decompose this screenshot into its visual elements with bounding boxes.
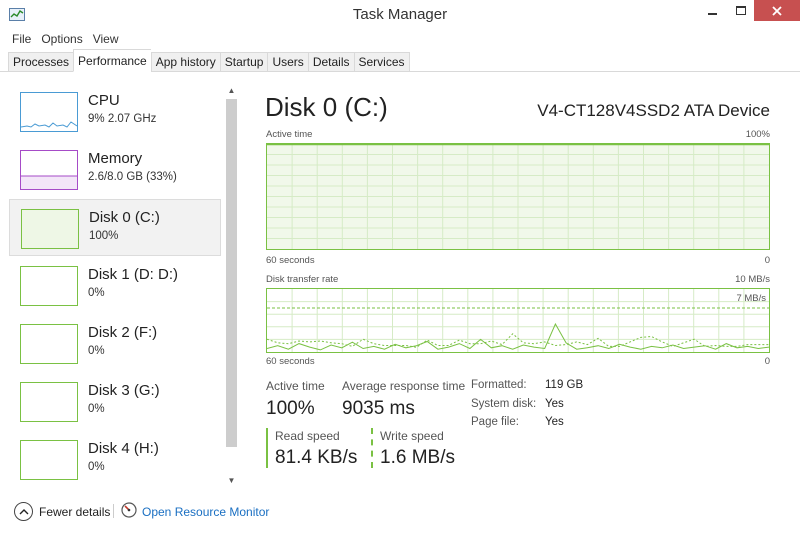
close-button[interactable] <box>754 0 800 21</box>
resource-item-disk-1[interactable]: Disk 1 (D: D:) 0% <box>9 257 221 314</box>
tab-app-history[interactable]: App history <box>150 52 220 72</box>
resource-subtitle: 0% <box>88 403 105 415</box>
scroll-down-arrow-icon[interactable]: ▼ <box>223 473 240 487</box>
disk-0-thumbnail-graph <box>21 209 79 249</box>
write-speed-value: 1.6 MB/s <box>380 447 455 468</box>
resource-title: CPU <box>88 92 120 109</box>
resource-list-scrollbar[interactable]: ▲ ▼ <box>223 83 240 488</box>
scrollbar-thumb[interactable] <box>226 99 237 447</box>
avg-response-label: Average response time <box>342 379 466 393</box>
menu-bar: File Options View <box>0 30 800 49</box>
resource-title: Disk 2 (F:) <box>88 324 158 341</box>
transfer-rate-graph-x-left: 60 seconds <box>266 356 315 367</box>
scroll-up-arrow-icon[interactable]: ▲ <box>223 83 240 97</box>
disk-4-thumbnail-graph <box>20 440 78 480</box>
active-time-label: Active time <box>266 379 325 393</box>
read-speed-value: 81.4 KB/s <box>275 447 358 468</box>
footer-divider <box>113 504 114 518</box>
transfer-rate-line-label: 7 MB/s <box>736 293 766 304</box>
resource-subtitle: 9% 2.07 GHz <box>88 113 157 125</box>
page-title: Disk 0 (C:) <box>265 92 388 122</box>
transfer-rate-graph-x-right: 0 <box>764 356 770 367</box>
menu-view[interactable]: View <box>88 30 124 49</box>
title-bar: Task Manager <box>0 0 800 30</box>
footer: Fewer details Open Resource Monitor <box>0 496 800 541</box>
device-name: V4-CT128V4SSD2 ATA Device <box>537 101 770 120</box>
resource-title: Disk 4 (H:) <box>88 440 159 457</box>
write-speed-label: Write speed <box>380 429 444 443</box>
write-speed-indicator <box>371 428 373 468</box>
tab-bar: Processes Performance App history Startu… <box>0 49 800 72</box>
resource-subtitle: 2.6/8.0 GB (33%) <box>88 171 177 183</box>
resource-title: Disk 3 (G:) <box>88 382 160 399</box>
read-speed-indicator <box>266 428 268 468</box>
menu-options[interactable]: Options <box>36 30 87 49</box>
transfer-rate-graph-max: 10 MB/s <box>735 274 770 285</box>
active-time-graph-label: Active time <box>266 129 313 140</box>
read-speed-label: Read speed <box>275 429 340 443</box>
close-icon <box>772 5 782 16</box>
tab-processes[interactable]: Processes <box>8 52 74 72</box>
system-disk-label: System disk: <box>471 398 537 410</box>
resource-subtitle: 0% <box>88 461 105 473</box>
menu-file[interactable]: File <box>7 30 36 49</box>
active-time-value: 100% <box>266 398 315 419</box>
minimize-icon <box>708 12 717 15</box>
transfer-rate-graph-canvas <box>266 289 770 352</box>
resource-title: Memory <box>88 150 143 167</box>
disk-3-thumbnail-graph <box>20 382 78 422</box>
avg-response-value: 9035 ms <box>342 398 415 419</box>
fewer-details-button[interactable]: Fewer details <box>39 505 110 519</box>
resource-item-cpu[interactable]: CPU 9% 2.07 GHz <box>9 83 221 140</box>
page-file-value: Yes <box>545 416 564 428</box>
resource-item-memory[interactable]: Memory 2.6/8.0 GB (33%) <box>9 141 221 198</box>
minimize-button[interactable] <box>699 0 726 21</box>
resource-monitor-icon <box>121 502 137 518</box>
formatted-value: 119 GB <box>545 379 584 391</box>
resource-item-disk-0[interactable]: Disk 0 (C:) 100% <box>9 199 221 256</box>
resource-title: Disk 0 (C:) <box>89 209 160 226</box>
active-time-graph <box>266 143 770 250</box>
maximize-icon <box>735 6 746 15</box>
page-file-label: Page file: <box>471 416 519 428</box>
system-disk-value: Yes <box>545 398 564 410</box>
resource-subtitle: 0% <box>88 287 105 299</box>
active-time-graph-canvas <box>267 143 769 249</box>
resource-subtitle: 0% <box>88 345 105 357</box>
resource-subtitle: 100% <box>89 230 119 242</box>
tab-users[interactable]: Users <box>267 52 308 72</box>
transfer-rate-graph: 7 MB/s <box>266 288 770 353</box>
resource-title: Disk 1 (D: D:) <box>88 266 178 283</box>
active-time-graph-x-right: 0 <box>764 255 770 266</box>
tab-details[interactable]: Details <box>307 52 354 72</box>
open-resource-monitor-link[interactable]: Open Resource Monitor <box>142 505 269 519</box>
transfer-rate-graph-label: Disk transfer rate <box>266 274 339 285</box>
resource-list: CPU 9% 2.07 GHz Memory 2.6/8.0 GB (33%) … <box>9 83 241 488</box>
maximize-button[interactable] <box>727 0 754 21</box>
tab-performance[interactable]: Performance <box>73 49 151 72</box>
formatted-label: Formatted: <box>471 379 527 391</box>
resource-item-disk-4[interactable]: Disk 4 (H:) 0% <box>9 431 221 488</box>
resource-item-disk-3[interactable]: Disk 3 (G:) 0% <box>9 373 221 430</box>
fewer-details-chevron-up-icon[interactable] <box>14 502 33 521</box>
tab-startup[interactable]: Startup <box>219 52 268 72</box>
cpu-thumbnail-graph <box>20 92 78 132</box>
resource-item-disk-2[interactable]: Disk 2 (F:) 0% <box>9 315 221 372</box>
memory-thumbnail-graph <box>20 150 78 190</box>
active-time-graph-max: 100% <box>745 129 770 140</box>
disk-2-thumbnail-graph <box>20 324 78 364</box>
window-title: Task Manager <box>352 6 448 23</box>
active-time-graph-x-left: 60 seconds <box>266 255 315 266</box>
tab-services[interactable]: Services <box>353 52 410 72</box>
disk-1-thumbnail-graph <box>20 266 78 306</box>
